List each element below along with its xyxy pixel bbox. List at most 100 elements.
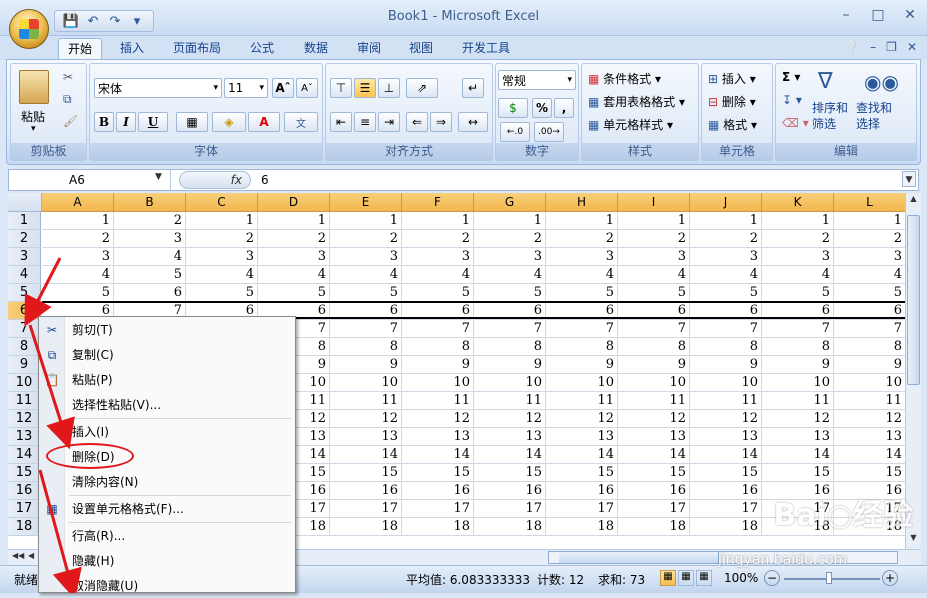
cell[interactable]: 10 — [330, 374, 402, 392]
cell[interactable]: 9 — [834, 356, 905, 374]
row-header[interactable]: 13 — [8, 428, 41, 446]
cell[interactable]: 3 — [834, 248, 905, 266]
cell[interactable]: 2 — [330, 230, 402, 248]
increase-indent-icon[interactable]: ⇒ — [430, 112, 452, 132]
align-top-icon[interactable]: ⊤ — [330, 78, 352, 98]
cell[interactable]: 6 — [330, 302, 402, 320]
align-middle-icon[interactable]: ☰ — [354, 78, 376, 98]
cell[interactable]: 5 — [402, 284, 474, 302]
cell[interactable]: 15 — [762, 464, 834, 482]
row-header[interactable]: 10 — [8, 374, 41, 392]
cell[interactable]: 11 — [618, 392, 690, 410]
cell[interactable]: 17 — [330, 500, 402, 518]
table-format-button[interactable]: ▦ 套用表格格式 ▾ — [588, 93, 685, 110]
zoom-slider[interactable] — [784, 578, 880, 580]
sheet-nav-prev-icon[interactable]: ◀ — [28, 551, 34, 560]
row-header[interactable]: 2 — [8, 230, 41, 248]
menu-item[interactable]: 行高(R)... — [39, 524, 295, 548]
normal-view-icon[interactable]: ▦ — [660, 570, 676, 586]
cell[interactable]: 3 — [762, 248, 834, 266]
cell[interactable]: 5 — [258, 284, 330, 302]
cell[interactable]: 15 — [618, 464, 690, 482]
cell[interactable]: 4 — [186, 266, 258, 284]
row-header[interactable]: 9 — [8, 356, 41, 374]
sort-filter-icon[interactable]: ∇ — [818, 70, 842, 94]
cell[interactable]: 15 — [834, 464, 905, 482]
minimize-icon[interactable]: – — [870, 40, 876, 54]
cell[interactable]: 14 — [402, 446, 474, 464]
cell[interactable]: 6 — [762, 302, 834, 320]
tab-developer[interactable]: 开发工具 — [454, 38, 518, 60]
grow-font-icon[interactable]: Aˆ — [272, 78, 294, 98]
menu-item[interactable]: ✂ 剪切(T) — [39, 318, 295, 342]
cell[interactable]: 1 — [258, 212, 330, 230]
cell[interactable]: 1 — [618, 212, 690, 230]
row-header[interactable]: 18 — [8, 518, 41, 536]
cell[interactable]: 8 — [618, 338, 690, 356]
insert-cells-button[interactable]: ⊞ 插入 ▾ — [708, 70, 756, 87]
column-header-d[interactable]: D — [258, 193, 330, 212]
clear-icon[interactable]: ⌫ ▾ — [782, 116, 809, 130]
cell[interactable]: 7 — [474, 320, 546, 338]
cell[interactable]: 9 — [330, 356, 402, 374]
cell[interactable]: 5 — [762, 284, 834, 302]
wrap-text-icon[interactable]: ↵ — [462, 78, 484, 98]
cell[interactable]: 3 — [690, 248, 762, 266]
cell[interactable]: 9 — [690, 356, 762, 374]
row-header[interactable]: 7 — [8, 320, 41, 338]
row-header[interactable]: 8 — [8, 338, 41, 356]
insert-function-button[interactable]: fx — [179, 171, 251, 189]
cell[interactable]: 17 — [690, 500, 762, 518]
menu-item[interactable]: 取消隐藏(U) — [39, 574, 295, 598]
cell[interactable]: 4 — [330, 266, 402, 284]
cell[interactable]: 11 — [402, 392, 474, 410]
align-right-icon[interactable]: ⇥ — [378, 112, 400, 132]
cell[interactable]: 13 — [330, 428, 402, 446]
row-header[interactable]: 4 — [8, 266, 41, 284]
zoom-slider-thumb[interactable] — [826, 572, 832, 584]
cell[interactable]: 12 — [474, 410, 546, 428]
font-name-select[interactable]: 宋体 ▾ — [94, 78, 222, 98]
conditional-format-button[interactable]: ▦ 条件格式 ▾ — [588, 70, 661, 87]
merge-center-icon[interactable]: ↔ — [458, 112, 488, 132]
autosum-button[interactable]: Σ ▾ — [782, 70, 800, 84]
close-icon[interactable]: ✕ — [907, 40, 917, 54]
cell[interactable]: 10 — [762, 374, 834, 392]
cell[interactable]: 12 — [762, 410, 834, 428]
cell[interactable]: 10 — [474, 374, 546, 392]
cell[interactable]: 3 — [474, 248, 546, 266]
cell[interactable]: 14 — [834, 446, 905, 464]
cell[interactable]: 5 — [186, 284, 258, 302]
cell[interactable]: 13 — [402, 428, 474, 446]
increase-decimal-icon[interactable]: ←.0 — [500, 122, 530, 142]
cell[interactable]: 1 — [762, 212, 834, 230]
cell[interactable]: 2 — [690, 230, 762, 248]
cell[interactable]: 2 — [762, 230, 834, 248]
row-header[interactable]: 17 — [8, 500, 41, 518]
column-header-k[interactable]: K — [762, 193, 834, 212]
cell[interactable]: 6 — [402, 302, 474, 320]
expand-formula-icon[interactable]: ▼ — [902, 171, 916, 187]
cell[interactable]: 2 — [834, 230, 905, 248]
tab-review[interactable]: 审阅 — [347, 38, 391, 60]
menu-item[interactable]: 📋 粘贴(P) — [39, 368, 295, 392]
column-header-l[interactable]: L — [834, 193, 905, 212]
binoculars-icon[interactable]: ◉◉ — [864, 70, 899, 94]
cell[interactable]: 15 — [402, 464, 474, 482]
cell[interactable]: 8 — [474, 338, 546, 356]
cell[interactable]: 15 — [474, 464, 546, 482]
tab-home[interactable]: 开始 — [58, 38, 102, 60]
row-header[interactable]: 1 — [8, 212, 41, 230]
cell[interactable]: 3 — [114, 230, 186, 248]
cell[interactable]: 13 — [474, 428, 546, 446]
row-header[interactable]: 6 — [8, 302, 41, 320]
cell[interactable]: 9 — [618, 356, 690, 374]
scroll-down-icon[interactable]: ▼ — [907, 533, 920, 547]
cell[interactable]: 14 — [690, 446, 762, 464]
cell[interactable]: 1 — [330, 212, 402, 230]
cell[interactable]: 13 — [618, 428, 690, 446]
cell[interactable]: 12 — [690, 410, 762, 428]
column-header-e[interactable]: E — [330, 193, 402, 212]
font-size-select[interactable]: 11 ▾ — [224, 78, 268, 98]
cell[interactable]: 16 — [330, 482, 402, 500]
